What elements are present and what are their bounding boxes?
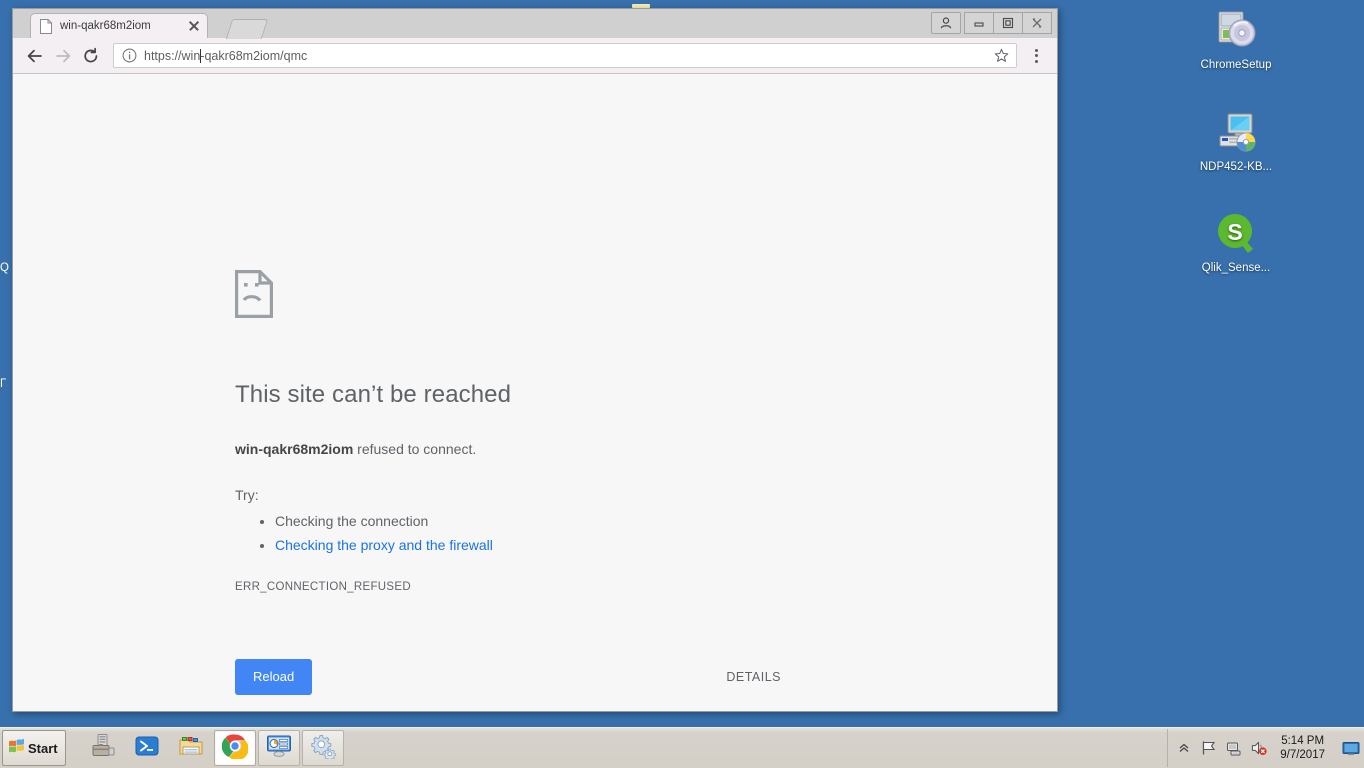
page-icon <box>39 18 53 34</box>
profile-icon[interactable] <box>931 12 961 34</box>
desktop-icon-qlik-sense[interactable]: S Qlik_Sense... <box>1188 209 1284 275</box>
page-viewport: This site can’t be reached win-qakr68m2i… <box>13 74 1057 711</box>
start-label: Start <box>28 740 58 756</box>
svg-text:S: S <box>1227 219 1242 245</box>
windows-flag-icon <box>8 737 25 759</box>
gears-icon <box>310 733 336 764</box>
star-icon[interactable] <box>990 45 1012 67</box>
network-icon[interactable] <box>1226 740 1242 756</box>
taskbar-item-control-panel[interactable] <box>257 730 300 766</box>
suggestion-text: Checking the connection <box>275 513 429 529</box>
info-circle-icon[interactable] <box>122 48 137 63</box>
control-panel-icon <box>266 733 292 764</box>
three-dot-menu-icon[interactable] <box>1023 42 1049 70</box>
server-manager-icon <box>90 733 116 764</box>
chrome-browser-window: win-qakr68m2iom https://win-qakr68m2iom/… <box>12 8 1058 712</box>
desktop-icon-chromesetup[interactable]: ChromeSetup <box>1188 6 1284 72</box>
back-arrow-icon[interactable] <box>21 42 49 70</box>
maximize-icon[interactable] <box>993 12 1023 34</box>
action-center-flag-icon[interactable] <box>1201 740 1217 756</box>
minimize-icon[interactable] <box>964 12 994 34</box>
desktop-icon-ndp452[interactable]: NDP452-KB... <box>1188 108 1284 174</box>
taskbar-item-powershell[interactable] <box>126 730 168 766</box>
url-suffix: -qakr68m2iom/qmc <box>200 48 308 63</box>
taskbar-item-file-explorer[interactable] <box>170 730 212 766</box>
desktop-edge-fragment-1: Q <box>0 262 9 274</box>
window-controls <box>931 12 1052 34</box>
show-hidden-icons-chevron[interactable] <box>1176 740 1192 756</box>
desktop-screen: Q Γ ChromeSetup NDP452-KB... S Qlik_Sens… <box>0 0 1364 768</box>
desktop-icon-label: NDP452-KB... <box>1199 161 1273 173</box>
sad-page-icon <box>235 270 875 323</box>
taskbar: Start 5:14 PM 9/7/2017 <box>0 727 1364 768</box>
error-page: This site can’t be reached win-qakr68m2i… <box>235 270 875 695</box>
error-summary: win-qakr68m2iom refused to connect. <box>235 439 875 459</box>
desktop-icon-label: ChromeSetup <box>1200 59 1272 71</box>
powershell-icon <box>134 733 160 764</box>
clock-date: 9/7/2017 <box>1280 749 1325 761</box>
tab-close-icon[interactable] <box>187 19 201 33</box>
url-prefix: https://win <box>144 48 201 63</box>
reload-icon[interactable] <box>77 42 105 70</box>
show-desktop-icon[interactable] <box>1340 729 1362 767</box>
reload-button[interactable]: Reload <box>235 659 313 695</box>
page-title: This site can’t be reached <box>235 381 512 408</box>
taskbar-tasks <box>82 730 344 766</box>
folder-icon <box>178 733 204 764</box>
address-bar[interactable]: https://win-qakr68m2iom/qmc <box>113 43 1017 68</box>
try-label: Try: <box>235 487 259 503</box>
browser-tab-title: win-qakr68m2iom <box>60 20 151 32</box>
system-tray: 5:14 PM 9/7/2017 <box>1167 729 1364 767</box>
forward-arrow-icon <box>49 42 77 70</box>
desktop-edge-fragment-2: Γ <box>0 378 7 390</box>
error-code: ERR_CONNECTION_REFUSED <box>235 581 411 593</box>
close-icon[interactable] <box>1022 12 1052 34</box>
error-summary-rest: refused to connect. <box>353 441 477 457</box>
error-actions: Reload DETAILS <box>235 659 835 695</box>
desktop-icon-label: Qlik_Sense... <box>1201 262 1271 274</box>
taskbar-item-settings[interactable] <box>301 730 344 766</box>
start-button[interactable]: Start <box>2 730 66 766</box>
browser-tab[interactable]: win-qakr68m2iom <box>30 13 208 38</box>
taskbar-clock[interactable]: 5:14 PM 9/7/2017 <box>1280 734 1325 762</box>
computer-disc-icon <box>1212 108 1260 156</box>
cd-installer-icon <box>1212 6 1260 54</box>
new-tab-button[interactable] <box>225 19 269 39</box>
error-host: win-qakr68m2iom <box>235 441 354 457</box>
suggestion-list: Checking the connection Checking the pro… <box>235 509 875 557</box>
proxy-firewall-link[interactable]: Checking the proxy and the firewall <box>275 537 493 553</box>
qlik-sense-icon: S <box>1212 209 1260 257</box>
list-item[interactable]: Checking the proxy and the firewall <box>275 533 875 557</box>
browser-title-bar: win-qakr68m2iom <box>13 9 1057 39</box>
taskbar-item-google-chrome[interactable] <box>213 730 256 766</box>
clock-time: 5:14 PM <box>1281 735 1325 747</box>
browser-toolbar: https://win-qakr68m2iom/qmc <box>13 38 1057 74</box>
details-button[interactable]: DETAILS <box>724 664 783 690</box>
address-bar-text[interactable]: https://win-qakr68m2iom/qmc <box>144 48 990 63</box>
volume-muted-icon[interactable] <box>1251 740 1267 756</box>
chrome-icon <box>221 733 249 764</box>
list-item: Checking the connection <box>275 509 875 533</box>
taskbar-item-server-manager[interactable] <box>82 730 124 766</box>
